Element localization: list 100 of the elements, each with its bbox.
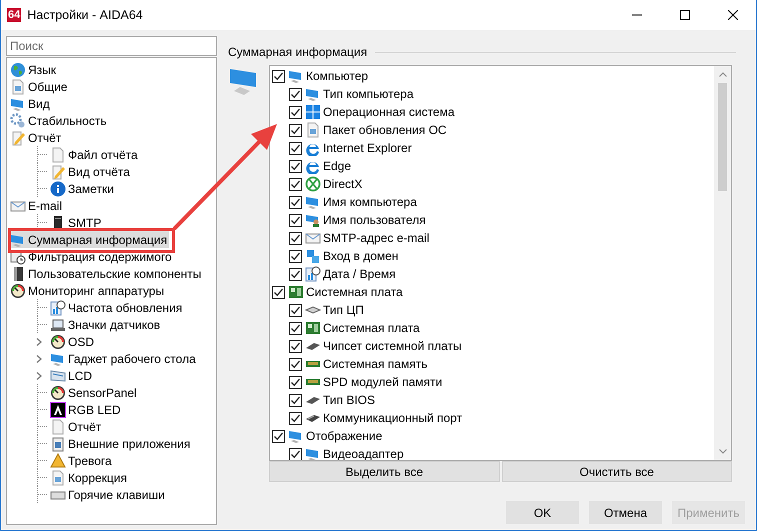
checkbox[interactable] bbox=[289, 88, 302, 100]
tree-item[interactable]: Мониторинг аппаратуры bbox=[10, 282, 166, 299]
scroll-thumb[interactable] bbox=[718, 83, 727, 191]
checkbox[interactable] bbox=[289, 250, 302, 262]
checklist-item[interactable]: Тип BIOS bbox=[272, 391, 714, 409]
maximize-icon bbox=[680, 10, 690, 20]
tree-item[interactable]: Коррекция bbox=[10, 469, 130, 486]
checklist-item[interactable]: Тип ЦП bbox=[272, 301, 714, 319]
tree-item[interactable]: Горячие клавиши bbox=[10, 486, 167, 503]
tree-item[interactable]: Тревога bbox=[10, 452, 114, 469]
checklist-item[interactable]: Отображение bbox=[272, 427, 714, 445]
monitor-icon bbox=[305, 86, 321, 102]
checkbox[interactable] bbox=[289, 106, 302, 118]
app-logo: 64 bbox=[7, 8, 22, 22]
group-title: Суммарная информация bbox=[228, 45, 368, 59]
tree-item[interactable]: Файл отчёта bbox=[10, 146, 140, 163]
checklist-item[interactable]: Edge bbox=[272, 157, 714, 175]
checklist-item[interactable]: Системная плата bbox=[272, 319, 714, 337]
tree-item[interactable]: Вид bbox=[10, 95, 52, 112]
checklist-item[interactable]: Компьютер bbox=[272, 67, 714, 85]
tree-item[interactable]: Отчёт bbox=[10, 129, 64, 146]
motherboard-icon bbox=[288, 284, 304, 300]
circle-cross-icon bbox=[305, 176, 321, 192]
tree-item[interactable]: Стабильность bbox=[10, 112, 109, 129]
chevron-icon[interactable] bbox=[35, 372, 43, 380]
checklist-item[interactable]: Тип компьютера bbox=[272, 85, 714, 103]
list-button[interactable]: Выделить все bbox=[269, 461, 500, 482]
motherboard-icon bbox=[305, 320, 321, 336]
checklist-item[interactable]: Чипсет системной платы bbox=[272, 337, 714, 355]
clock-chart-icon bbox=[50, 300, 66, 316]
tree-item[interactable]: LCD bbox=[10, 367, 94, 384]
checklist-item[interactable]: Коммуникационный порт bbox=[272, 409, 714, 427]
tree-item[interactable]: SensorPanel bbox=[10, 384, 139, 401]
monitor-icon bbox=[288, 68, 304, 84]
tree-item[interactable]: Суммарная информация bbox=[10, 231, 170, 248]
dialog-button[interactable]: OK bbox=[506, 501, 579, 524]
checklist-item[interactable]: SPD модулей памяти bbox=[272, 373, 714, 391]
scrollbar[interactable] bbox=[714, 66, 731, 460]
clock-chart-icon bbox=[305, 266, 321, 282]
pencil-document-icon bbox=[10, 130, 26, 146]
checkbox[interactable] bbox=[289, 412, 302, 424]
search-field[interactable]: Поиск bbox=[6, 36, 217, 56]
tree-item[interactable]: Заметки bbox=[10, 180, 116, 197]
checklist-item[interactable]: Дата / Время bbox=[272, 265, 714, 283]
checkbox[interactable] bbox=[289, 358, 302, 370]
checkbox[interactable] bbox=[289, 322, 302, 334]
checkbox[interactable] bbox=[289, 394, 302, 406]
warning-icon bbox=[50, 452, 66, 468]
checklist-item[interactable]: Системная плата bbox=[272, 283, 714, 301]
checkbox[interactable] bbox=[289, 214, 302, 226]
tree-item[interactable]: Пользовательские компоненты bbox=[10, 265, 204, 282]
tree-item[interactable]: OSD bbox=[10, 333, 96, 350]
checklist-item[interactable]: Internet Explorer bbox=[272, 139, 714, 157]
tree-item[interactable]: Значки датчиков bbox=[10, 316, 162, 333]
checklist-item[interactable]: Вход в домен bbox=[272, 247, 714, 265]
scroll-up-icon[interactable] bbox=[718, 72, 726, 77]
checkbox[interactable] bbox=[289, 178, 302, 190]
document-icon bbox=[50, 418, 66, 434]
window-title: Настройки - AIDA64 bbox=[27, 8, 143, 22]
chevron-icon[interactable] bbox=[35, 338, 43, 346]
checkbox[interactable] bbox=[289, 304, 302, 316]
document-icon bbox=[50, 470, 66, 486]
gauge-icon bbox=[50, 334, 66, 350]
dialog-button[interactable]: Отмена bbox=[589, 501, 662, 524]
tree-item[interactable]: Вид отчёта bbox=[10, 163, 132, 180]
checkbox[interactable] bbox=[272, 286, 285, 298]
checkbox[interactable] bbox=[272, 430, 285, 442]
checklist-item[interactable]: Имя компьютера bbox=[272, 193, 714, 211]
close-icon bbox=[728, 10, 738, 20]
checkbox[interactable] bbox=[289, 196, 302, 208]
tree-item[interactable]: Общие bbox=[10, 78, 70, 95]
document-icon bbox=[10, 78, 26, 94]
checkbox[interactable] bbox=[289, 376, 302, 388]
info-icon bbox=[50, 180, 66, 196]
document-icon bbox=[50, 146, 66, 162]
tree-item[interactable]: Частота обновления bbox=[10, 299, 184, 316]
checkbox[interactable] bbox=[289, 142, 302, 154]
checkbox[interactable] bbox=[289, 268, 302, 280]
checklist-item[interactable]: Операционная система bbox=[272, 103, 714, 121]
chevron-icon[interactable] bbox=[35, 354, 43, 362]
list-button[interactable]: Очистить все bbox=[502, 461, 732, 482]
checkbox[interactable] bbox=[289, 340, 302, 352]
display-icon bbox=[50, 368, 66, 384]
tree-item[interactable]: Внешние приложения bbox=[10, 435, 192, 452]
tree-item[interactable]: E-mail bbox=[10, 197, 64, 214]
checklist-item[interactable]: SMTP-адрес e-mail bbox=[272, 229, 714, 247]
tree-item[interactable]: Язык bbox=[10, 61, 58, 78]
scroll-down-icon[interactable] bbox=[718, 449, 726, 454]
checkbox[interactable] bbox=[289, 160, 302, 172]
checkbox[interactable] bbox=[272, 70, 285, 82]
tree-item[interactable]: Отчёт bbox=[10, 418, 104, 435]
checkbox[interactable] bbox=[289, 232, 302, 244]
tree-item[interactable]: RGB LED bbox=[10, 401, 123, 418]
checkbox[interactable] bbox=[289, 124, 302, 136]
checklist-item[interactable]: Имя пользователя bbox=[272, 211, 714, 229]
checklist-item[interactable]: Системная память bbox=[272, 355, 714, 373]
checklist-item[interactable]: Пакет обновления ОС bbox=[272, 121, 714, 139]
tree-item[interactable]: Фильтрация содержимого bbox=[10, 248, 174, 265]
tree-item[interactable]: Гаджет рабочего стола bbox=[10, 350, 198, 367]
checklist-item[interactable]: DirectX bbox=[272, 175, 714, 193]
